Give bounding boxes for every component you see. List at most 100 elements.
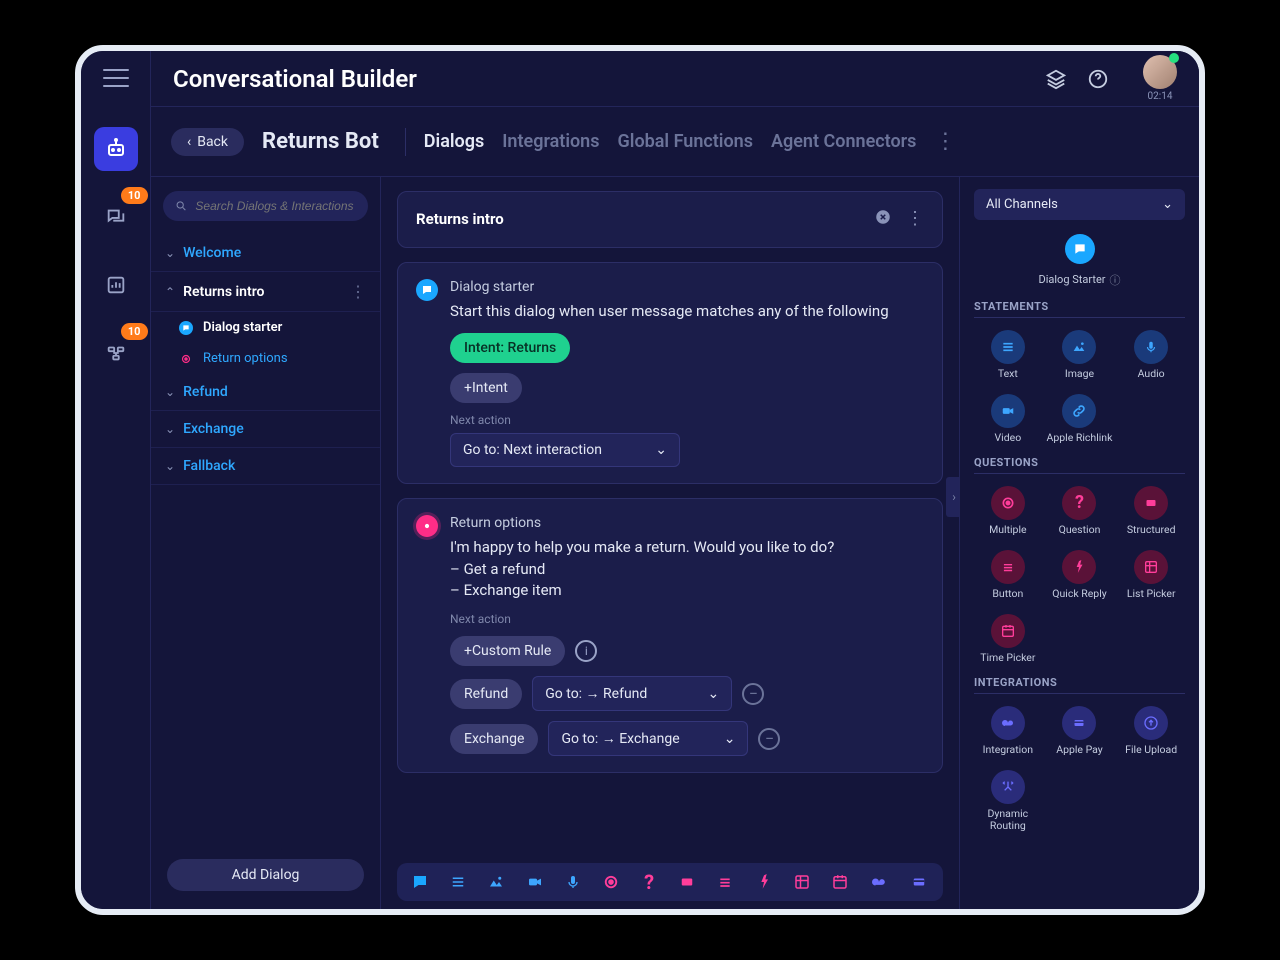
select-value: Go to: → Exchange	[561, 730, 679, 747]
help-icon[interactable]	[1085, 66, 1111, 92]
palette-dialog-starter[interactable]: Dialog Starter ⓘ	[974, 234, 1185, 288]
info-icon[interactable]: ⓘ	[1110, 272, 1121, 288]
remove-rule-icon[interactable]: −	[742, 683, 764, 705]
tb-chat-icon[interactable]	[411, 871, 429, 893]
tb-timepicker-icon[interactable]	[831, 871, 849, 893]
next-action-label: Next action	[450, 413, 924, 427]
return-options-node[interactable]: Return options I'm happy to help you mak…	[397, 498, 943, 773]
chevron-down-icon: ⌄	[1162, 197, 1173, 212]
top-header: Conversational Builder 02:14	[151, 51, 1199, 107]
palette-section-integrations: INTEGRATIONS	[974, 676, 1185, 694]
dialog-row-refund[interactable]: ⌄ Refund	[151, 374, 380, 411]
divider	[405, 128, 406, 156]
palette-item-fileupload[interactable]: File Upload	[1117, 702, 1185, 760]
tab-dialogs[interactable]: Dialogs	[424, 131, 484, 152]
hamburger-menu-icon[interactable]	[103, 69, 129, 87]
add-dialog-button[interactable]: Add Dialog	[167, 859, 364, 891]
palette-item-button[interactable]: Button	[974, 546, 1042, 604]
quickreply-icon	[1062, 550, 1096, 584]
tb-question-icon[interactable]: ?	[640, 871, 658, 893]
button-icon	[991, 550, 1025, 584]
palette-item-quickreply[interactable]: Quick Reply	[1046, 546, 1114, 604]
close-circle-icon[interactable]	[874, 208, 892, 229]
add-custom-rule-button[interactable]: +Custom Rule	[450, 636, 565, 666]
search-input-wrapper[interactable]	[163, 191, 368, 221]
rail-bot-builder[interactable]	[94, 127, 138, 171]
tb-structured-icon[interactable]	[678, 871, 696, 893]
dialogs-panel: ⌄ Welcome ⌃ Returns intro ⋮ Dialog start…	[151, 177, 381, 909]
image-icon	[1062, 330, 1096, 364]
intent-chip[interactable]: Intent: Returns	[450, 333, 570, 363]
rail-conversations[interactable]: 10	[94, 195, 138, 239]
palette: All Channels ⌄ Dialog Starter ⓘ STATEMEN…	[959, 177, 1199, 909]
dialog-row-returns-intro[interactable]: ⌃ Returns intro ⋮	[151, 272, 380, 312]
tb-image-icon[interactable]	[487, 871, 505, 893]
palette-section-statements: STATEMENTS	[974, 300, 1185, 318]
tb-audio-icon[interactable]	[564, 871, 582, 893]
chevron-down-icon: ⌄	[165, 385, 175, 399]
palette-label: Apple Pay	[1056, 744, 1103, 756]
add-intent-button[interactable]: +Intent	[450, 373, 522, 403]
rule-target-select[interactable]: Go to: → Exchange ⌄	[548, 721, 748, 756]
dialog-starter-node[interactable]: Dialog starter Start this dialog when us…	[397, 262, 943, 484]
rule-label[interactable]: Refund	[450, 679, 522, 709]
chat-icon	[1065, 234, 1095, 264]
kebab-icon[interactable]: ⋮	[906, 208, 924, 229]
interaction-row-dialog-starter[interactable]: Dialog starter	[179, 312, 380, 343]
chevron-down-icon: ⌄	[165, 246, 175, 260]
palette-item-integration[interactable]: Integration	[974, 702, 1042, 760]
dialog-row-welcome[interactable]: ⌄ Welcome	[151, 235, 380, 272]
tb-listpicker-icon[interactable]	[793, 871, 811, 893]
tb-integration-icon[interactable]	[869, 871, 889, 893]
link-icon	[1062, 394, 1096, 428]
palette-item-multiple[interactable]: Multiple	[974, 482, 1042, 540]
palette-item-video[interactable]: Video	[974, 390, 1042, 448]
palette-item-richlink[interactable]: Apple Richlink	[1046, 390, 1114, 448]
palette-item-structured[interactable]: Structured	[1117, 482, 1185, 540]
expand-handle[interactable]: ›	[946, 477, 959, 517]
tb-applepay-icon[interactable]	[909, 871, 929, 893]
tab-integrations[interactable]: Integrations	[502, 131, 599, 152]
remove-rule-icon[interactable]: −	[758, 728, 780, 750]
palette-item-image[interactable]: Image	[1046, 326, 1114, 384]
tb-button-icon[interactable]	[716, 871, 734, 893]
dialog-row-exchange[interactable]: ⌄ Exchange	[151, 411, 380, 448]
rule-target-select[interactable]: Go to: → Refund ⌄	[532, 676, 732, 711]
tb-text-icon[interactable]	[449, 871, 467, 893]
subheader-kebab-icon[interactable]: ⋮	[934, 129, 956, 154]
palette-item-timepicker[interactable]: Time Picker	[974, 610, 1042, 668]
upload-icon	[1134, 706, 1168, 740]
search-input[interactable]	[195, 199, 356, 213]
canvas: Returns intro ⋮ Dialog starter	[381, 177, 959, 909]
palette-item-applepay[interactable]: Apple Pay	[1046, 702, 1114, 760]
palette-item-question[interactable]: ?Question	[1046, 482, 1114, 540]
interaction-label: Return options	[203, 351, 288, 366]
rule-label[interactable]: Exchange	[450, 724, 538, 754]
node-body-text: I'm happy to help you make a return. Wou…	[450, 537, 924, 602]
avatar[interactable]	[1143, 55, 1177, 89]
rail-analytics[interactable]	[94, 263, 138, 307]
tb-multiple-icon[interactable]	[602, 871, 620, 893]
layers-icon[interactable]	[1043, 66, 1069, 92]
dialog-row-fallback[interactable]: ⌄ Fallback	[151, 448, 380, 485]
next-action-select[interactable]: Go to: Next interaction ⌄	[450, 433, 680, 467]
palette-starter-label: Dialog Starter	[1039, 273, 1106, 286]
tab-agent-connectors[interactable]: Agent Connectors	[771, 131, 916, 152]
palette-item-audio[interactable]: Audio	[1117, 326, 1185, 384]
channel-select[interactable]: All Channels ⌄	[974, 189, 1185, 220]
tab-global-functions[interactable]: Global Functions	[618, 131, 753, 152]
palette-item-dynamicrouting[interactable]: Dynamic Routing	[974, 766, 1042, 836]
interaction-row-return-options[interactable]: Return options	[179, 343, 380, 374]
dialog-label: Refund	[183, 384, 228, 400]
tb-video-icon[interactable]	[526, 871, 544, 893]
info-icon[interactable]: i	[575, 640, 597, 662]
rail-flows[interactable]: 10	[94, 331, 138, 375]
tb-quickreply-icon[interactable]	[755, 871, 773, 893]
palette-label: Audio	[1138, 368, 1165, 380]
target-icon	[179, 352, 193, 366]
back-button[interactable]: ‹ Back	[171, 128, 244, 156]
app-title: Conversational Builder	[173, 65, 417, 93]
palette-item-listpicker[interactable]: List Picker	[1117, 546, 1185, 604]
palette-item-text[interactable]: Text	[974, 326, 1042, 384]
dialog-row-kebab-icon[interactable]: ⋮	[350, 282, 366, 301]
